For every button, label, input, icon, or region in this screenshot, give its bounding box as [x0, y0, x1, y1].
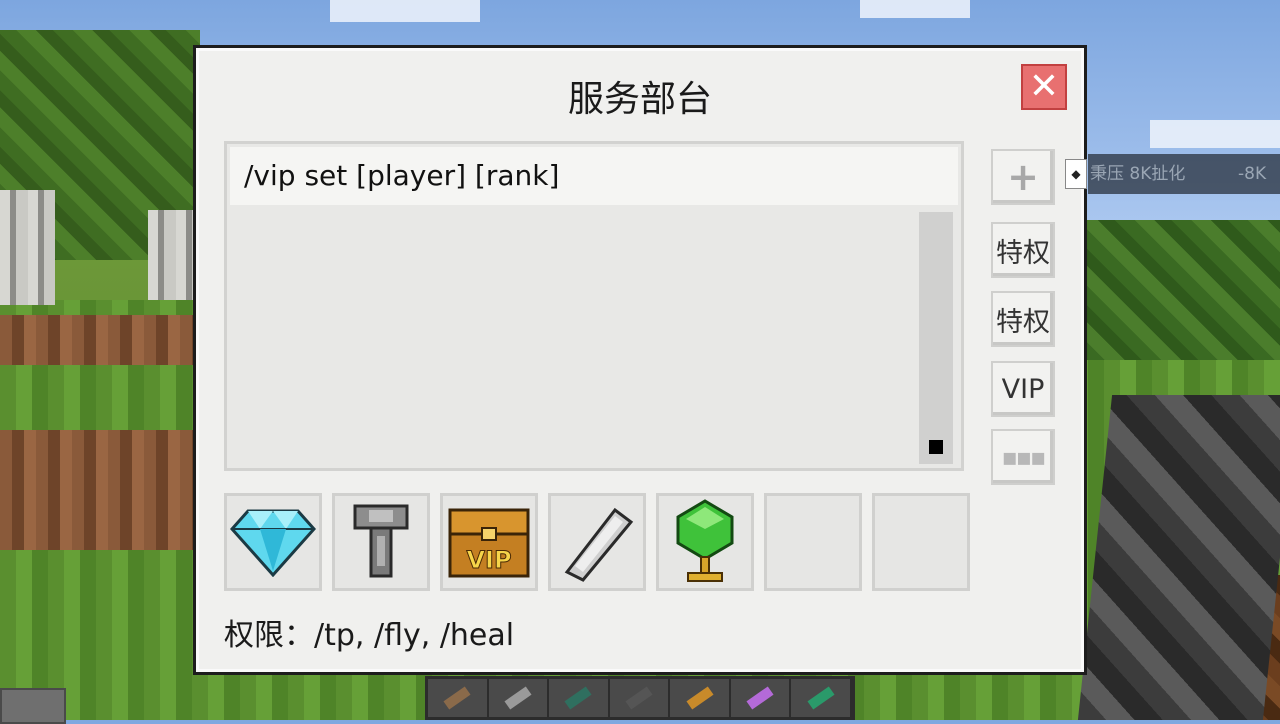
- grid-button[interactable]: ▪▪▪: [991, 429, 1055, 485]
- hotbar-slot[interactable]: [731, 679, 792, 717]
- hotbar-slot[interactable]: [791, 679, 853, 717]
- vip-button[interactable]: VIP: [991, 361, 1055, 417]
- close-button[interactable]: ✕: [1021, 64, 1067, 110]
- cloud: [860, 0, 970, 18]
- plus-icon: +: [1007, 155, 1039, 199]
- item-slot[interactable]: [548, 493, 646, 591]
- dirt-block: [0, 315, 200, 365]
- item-slots: VIP: [224, 493, 970, 591]
- cloud: [1150, 120, 1280, 148]
- cloud: [330, 0, 480, 22]
- privilege-button-label: 特权: [996, 237, 1050, 269]
- vip-chest-label: VIP: [466, 546, 511, 574]
- hotbar-slot[interactable]: [670, 679, 731, 717]
- privilege-button-label: 特权: [996, 306, 1050, 338]
- close-icon: ✕: [1028, 66, 1060, 107]
- item-slot[interactable]: [332, 493, 430, 591]
- command-input[interactable]: /vip set [player] [rank]: [230, 147, 958, 205]
- empty-slot[interactable]: [764, 493, 862, 591]
- hotbar-slot[interactable]: [549, 679, 610, 717]
- permissions-text: 权限：/tp, /fly, /heal: [224, 618, 515, 653]
- item-slot[interactable]: [224, 493, 322, 591]
- hotbar[interactable]: [425, 676, 855, 720]
- item-slot[interactable]: [656, 493, 754, 591]
- corner-block-icon: [0, 688, 66, 724]
- item-slot[interactable]: VIP: [440, 493, 538, 591]
- grid-icon: ▪▪▪: [1001, 443, 1047, 471]
- player-held-item: [1077, 395, 1280, 720]
- vip-chest-icon: VIP: [448, 508, 530, 578]
- birch-trunk: [148, 210, 193, 300]
- add-button[interactable]: +: [991, 149, 1055, 205]
- privilege-button[interactable]: 特权: [991, 222, 1055, 278]
- overlay-text-b: -8K: [1238, 164, 1267, 184]
- birch-trunk: [0, 190, 55, 305]
- diamond-icon: [230, 509, 316, 577]
- tree-foliage-right: [1085, 220, 1280, 360]
- background-overlay-text: 秉压 8K扯化 -8K: [1088, 154, 1280, 194]
- emerald-trophy-icon: [676, 499, 734, 582]
- iron-ingot-icon: [564, 507, 634, 582]
- overlay-text-a: 秉压 8K扯化: [1090, 164, 1186, 184]
- vip-button-label: VIP: [1001, 373, 1045, 405]
- privilege-button-2[interactable]: 特权: [991, 291, 1055, 347]
- scroll-thumb[interactable]: [929, 440, 943, 454]
- service-dialog: 服务部台 ✕ /vip set [player] [rank] + ◆ 特权 特…: [193, 45, 1087, 675]
- hotbar-slot[interactable]: [428, 679, 489, 717]
- empty-slot[interactable]: [872, 493, 970, 591]
- dirt-block: [0, 430, 200, 550]
- command-console[interactable]: /vip set [player] [rank]: [224, 141, 964, 471]
- hotbar-slot[interactable]: [489, 679, 550, 717]
- dialog-title: 服务部台: [567, 79, 712, 120]
- iron-key-icon: [353, 504, 409, 578]
- expand-arrow-icon[interactable]: ◆: [1065, 159, 1087, 189]
- hotbar-slot[interactable]: [610, 679, 671, 717]
- scrollbar[interactable]: [919, 212, 953, 464]
